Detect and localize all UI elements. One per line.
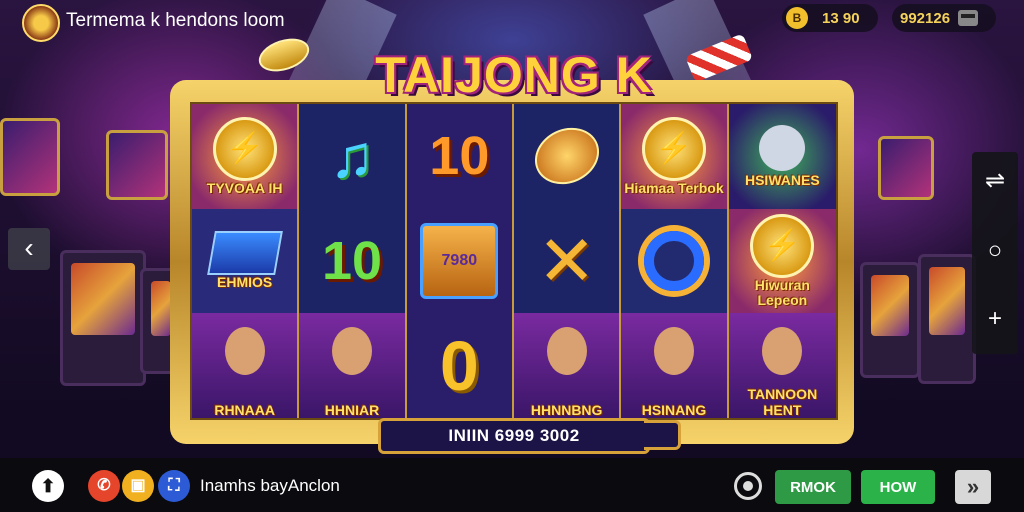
symbol-label: RHNAAA (214, 401, 275, 418)
chevron-left-icon: ‹ (24, 232, 34, 263)
reel-cell: 10 (406, 104, 514, 209)
reel-cell (514, 104, 622, 209)
back-button[interactable]: ‹ (8, 228, 50, 270)
reel-cell: 10 (299, 208, 407, 314)
top-bar: Termema k hendons loom B 13 90 992126 (0, 0, 1024, 42)
swap-button[interactable]: ⇌ (972, 158, 1018, 204)
reel-cell: 7980 (406, 208, 514, 314)
symbol-label: HSINANG (641, 401, 707, 418)
arcade-cabinet (918, 254, 976, 384)
golden-cross-icon: ✕ (537, 221, 596, 300)
reel-cell: ⚡ Hiwuran Lepeon (728, 208, 836, 314)
character-portrait (628, 313, 720, 402)
reel-cell: HHNIAR (299, 313, 407, 418)
slot-machine-frame: ⚡ TYVOAA IH ♫ 10 ⚡ Hiamaa Terbok HSIWANES EHMIO… (170, 80, 854, 444)
symbol-label: TANNOON HENT (747, 386, 818, 418)
symbol-label: HSIWANES (744, 171, 820, 188)
symbol-label: HHNNBNG (530, 401, 603, 418)
reel-grid: ⚡ TYVOAA IH ♫ 10 ⚡ Hiamaa Terbok HSIWANES EHMIO… (190, 102, 838, 420)
reel-cell: ✕ (514, 208, 622, 314)
symbol-label: EHMIOS (217, 274, 273, 291)
circle-icon: ○ (987, 237, 1003, 264)
golden-gem-icon (525, 117, 608, 195)
diamond-icon (206, 231, 283, 276)
people-button[interactable]: ⛶ (158, 470, 190, 502)
coin-icon: B (786, 7, 808, 29)
image-icon: ▣ (130, 477, 146, 494)
next-button[interactable]: » (955, 470, 991, 504)
gold-coin-icon: ⚡ (750, 213, 815, 278)
bottom-bar: ⬆ ✆ ▣ ⛶ Inamhs bayAnclon RMOK HOW » (0, 458, 1024, 512)
reel-cell: HSINANG (621, 313, 729, 418)
casino-coin-icon[interactable] (22, 4, 60, 42)
home-button[interactable]: ○ (972, 228, 1018, 274)
wall-sign (106, 130, 168, 200)
settings-icon[interactable] (734, 472, 762, 500)
reel-cell: HSIWANES (728, 104, 836, 209)
how-button[interactable]: HOW (861, 470, 935, 504)
arcade-cabinet (60, 250, 146, 386)
image-button[interactable]: ▣ (122, 470, 154, 502)
wall-sign (878, 136, 934, 200)
upload-button[interactable]: ⬆ (32, 470, 64, 502)
people-icon: ⛶ (168, 477, 180, 494)
zero-symbol: 0 (439, 326, 479, 405)
wall-sign (0, 118, 60, 196)
game-title: TAIJONG K (375, 47, 653, 103)
plus-icon: + (987, 305, 1002, 332)
character-portrait (306, 313, 398, 402)
swap-icon: ⇌ (984, 167, 1006, 194)
arrow-up-icon: ⬆ (40, 476, 56, 496)
character-portrait (199, 313, 291, 402)
character-portrait (521, 313, 613, 402)
reel-cell: ⚡ Hiamaa Terbok (621, 104, 729, 209)
reel-cell (621, 208, 729, 314)
music-note-icon: ♫ (329, 122, 375, 190)
reel-cell: 0 (406, 313, 514, 418)
win-display: INIIN 6999 3002 (378, 418, 650, 454)
reel-cell: EHMIOS (192, 208, 300, 314)
app-title: Termema k hendons loom (66, 10, 285, 31)
reel-cell: RHNAAA (192, 313, 300, 418)
symbol-label: Hiamaa Terbok (624, 179, 724, 196)
wallet-icon (958, 10, 979, 26)
reel-cell: ♫ (299, 104, 407, 209)
zoom-button[interactable]: + (972, 296, 1018, 342)
symbol-label: Hiwuran Lepeon (754, 276, 810, 308)
arcade-cabinet (860, 262, 920, 378)
number-symbol: 10 (429, 126, 490, 187)
reel-cell: HHNNBNG (514, 313, 622, 418)
win-display-extension (644, 420, 681, 450)
character-portrait (736, 313, 828, 387)
bottom-label: Inamhs bayAnclon (200, 476, 340, 495)
gold-coin-icon: ⚡ (641, 116, 706, 181)
game-title-banner: TAIJONG K (360, 44, 668, 106)
treasure-chest-icon: 7980 (420, 222, 499, 299)
sun-ring-icon (643, 230, 704, 291)
phone-icon: ✆ (97, 477, 111, 494)
symbol-label: TYVOAA IH (206, 179, 283, 196)
coin-balance[interactable]: B 13 90 (782, 4, 878, 32)
reel-cell: TANNOON HENT (728, 313, 836, 418)
double-chevron-right-icon: » (966, 474, 980, 499)
side-control-panel: ⇌ ○ + (972, 152, 1018, 354)
symbol-label: HHNIAR (324, 401, 380, 418)
wolf-icon (759, 124, 806, 171)
reel-cell: ⚡ TYVOAA IH (192, 104, 300, 209)
rmok-button[interactable]: RMOK (775, 470, 851, 504)
wallet-balance-value: 992126 (900, 9, 951, 27)
coin-balance-value: 13 90 (822, 9, 860, 27)
number-symbol: 10 (321, 230, 383, 291)
wallet-balance[interactable]: 992126 (892, 4, 996, 32)
phone-button[interactable]: ✆ (88, 470, 120, 502)
gold-coin-icon: ⚡ (212, 116, 277, 181)
